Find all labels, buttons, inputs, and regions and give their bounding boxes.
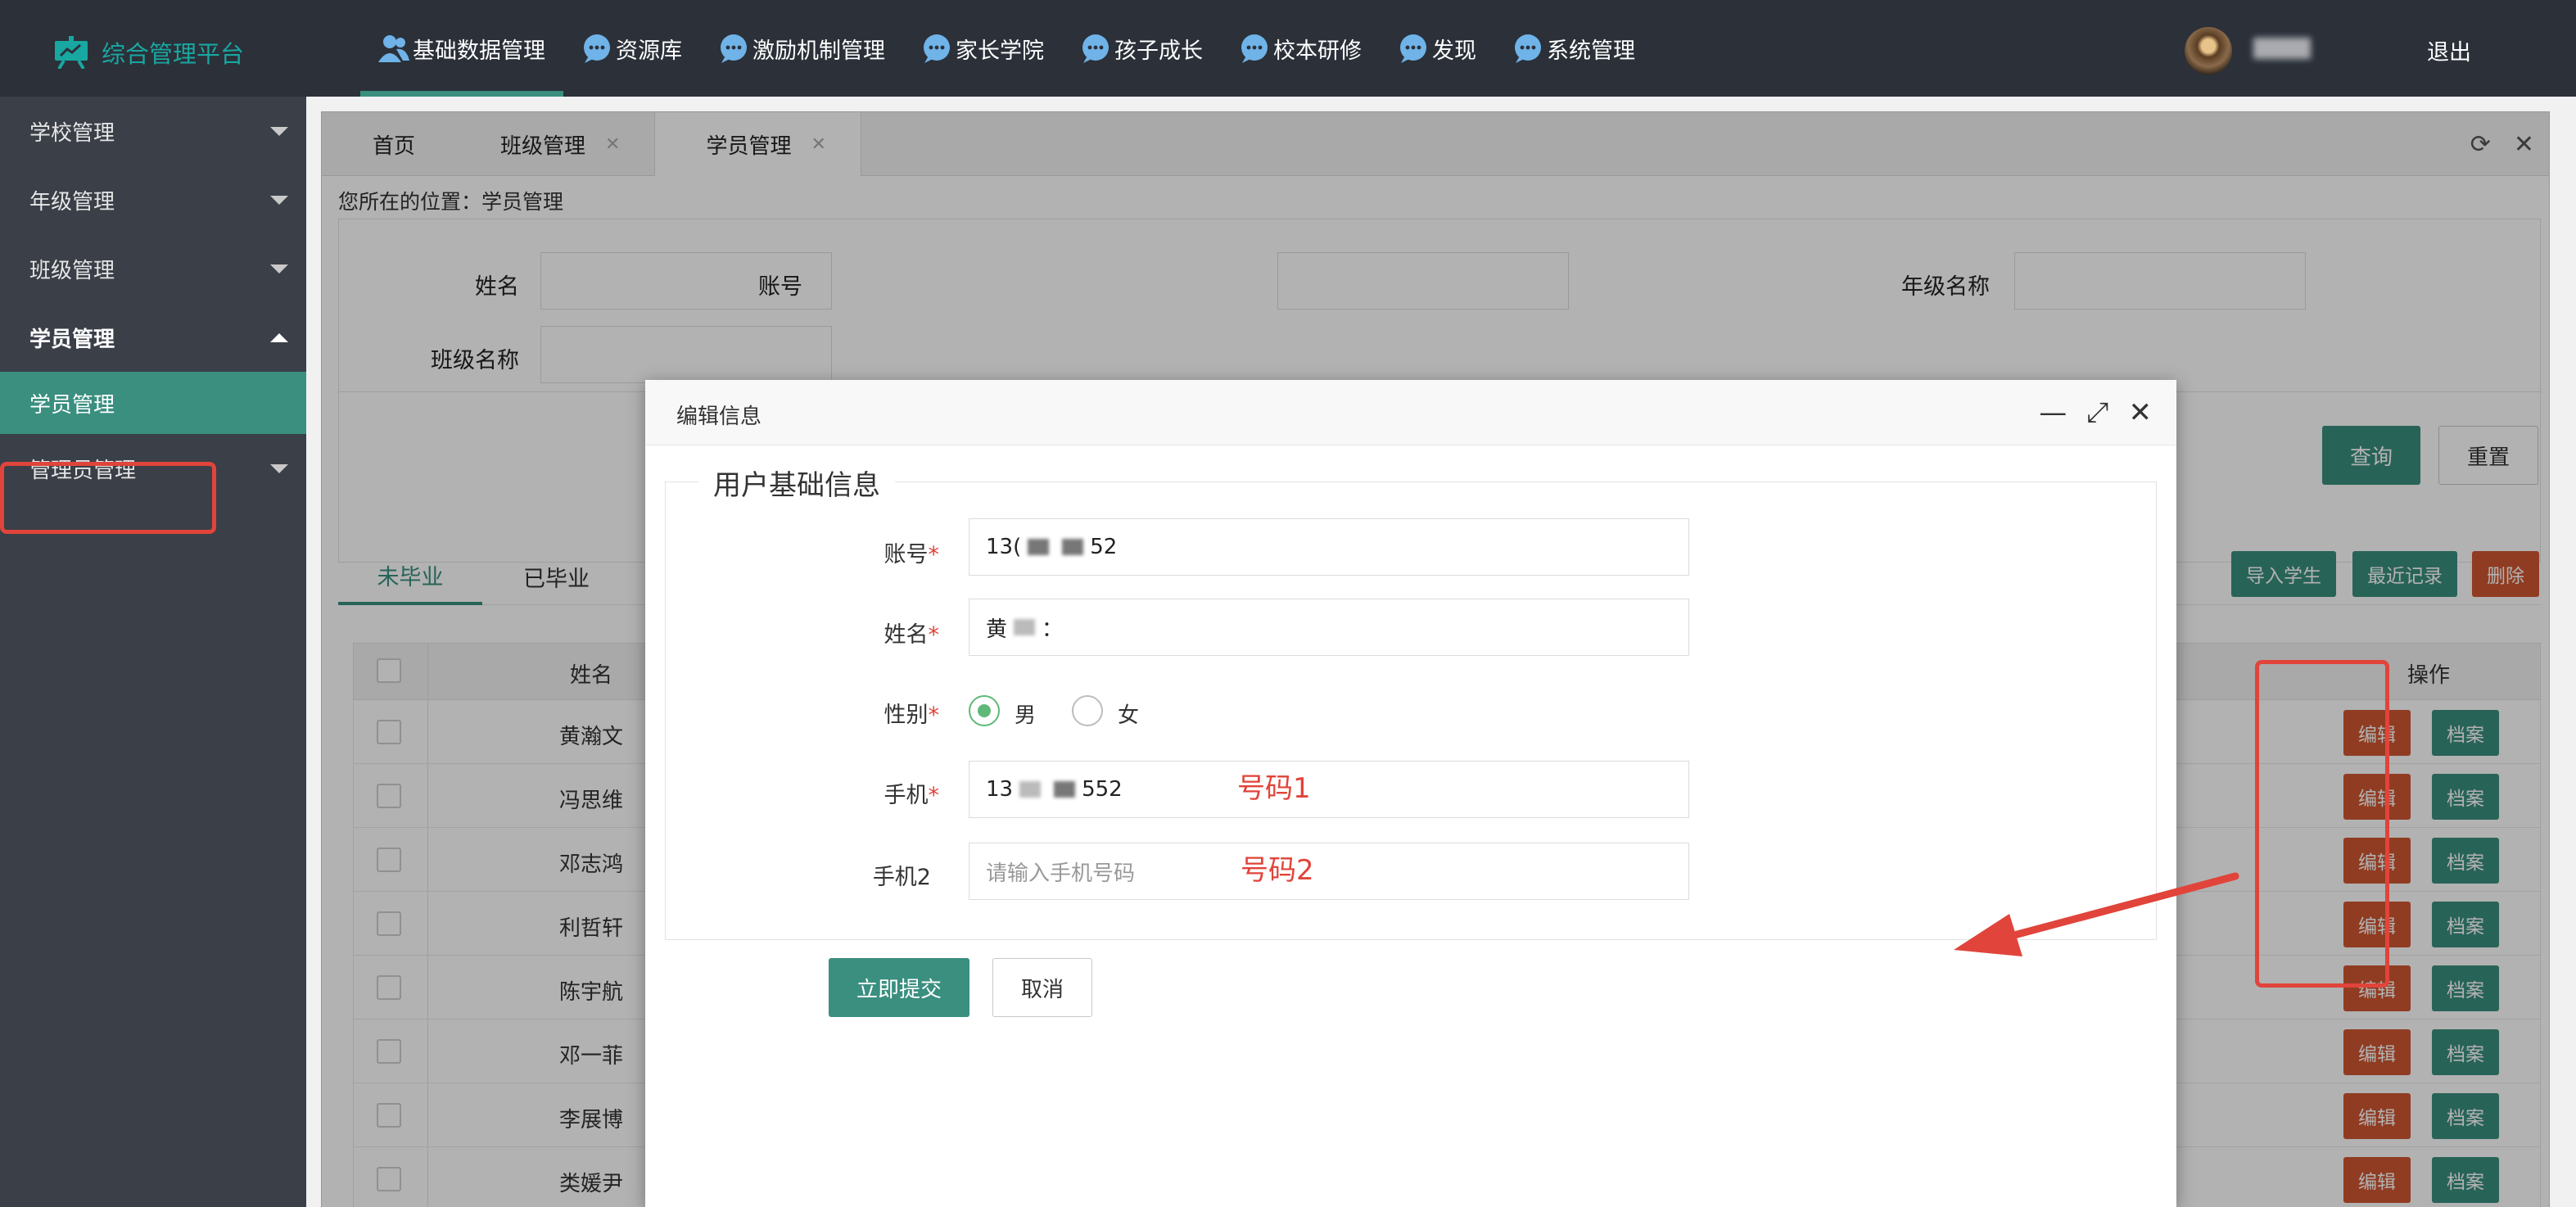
nav-label: 基础数据管理: [413, 38, 545, 64]
sidebar-item-label: 学员管理: [29, 327, 115, 352]
sidebar-item-label: 学员管理: [29, 392, 115, 418]
sidebar-item-school[interactable]: 学校管理: [0, 97, 306, 165]
phone-field[interactable]: 13 552: [969, 761, 1689, 818]
avatar[interactable]: [2185, 27, 2232, 75]
label-text: 性别: [884, 703, 929, 728]
user-name-redacted[interactable]: [2253, 38, 2311, 59]
dialog-tools: — ⤢ ✕: [2039, 396, 2152, 429]
phone-value-start: 13: [986, 777, 1014, 802]
redacted-text: [1028, 539, 1050, 555]
name-field[interactable]: 黄：: [969, 599, 1689, 656]
nav-child-growth[interactable]: 孩子成长: [1062, 0, 1221, 97]
label-text: 姓名: [884, 622, 929, 648]
phone2-placeholder: 请输入手机号码: [986, 861, 1136, 886]
top-navbar: 综合管理平台 基础数据管理 资源库 激励机制管理 家长学院 孩子成长 校本研修 …: [0, 0, 2576, 97]
cancel-button[interactable]: 取消: [992, 958, 1092, 1017]
nav-school-research[interactable]: 校本研修: [1221, 0, 1380, 97]
account-field[interactable]: 13( 52: [969, 518, 1689, 576]
name-value-end: ：: [1042, 617, 1064, 642]
annotation-phone2: 号码2: [1241, 854, 1314, 887]
nav-label: 发现: [1432, 38, 1476, 64]
logout-link[interactable]: 退出: [2427, 34, 2471, 66]
dialog-header: 编辑信息 — ⤢ ✕: [645, 380, 2176, 445]
highlight-box: [0, 462, 216, 534]
caret-down-icon: [270, 196, 288, 205]
sidebar: 学校管理 年级管理 班级管理 学员管理 学员管理 管理员管理: [0, 97, 306, 1207]
highlight-box: [2255, 660, 2389, 988]
presentation-board-icon: [55, 36, 88, 69]
users-icon: [378, 35, 409, 62]
main-nav: 基础数据管理 资源库 激励机制管理 家长学院 孩子成长 校本研修 发现 系统管理: [360, 0, 1653, 97]
required-mark: *: [928, 542, 940, 567]
brand[interactable]: 综合管理平台: [52, 29, 244, 75]
account-value-start: 13(: [986, 535, 1022, 559]
caret-down-icon: [270, 127, 288, 136]
nav-label: 孩子成长: [1114, 38, 1203, 64]
nav-incentive[interactable]: 激励机制管理: [700, 0, 903, 97]
annotation-phone1: 号码1: [1237, 772, 1311, 805]
sidebar-item-students[interactable]: 学员管理: [0, 303, 306, 372]
sidebar-item-label: 班级管理: [29, 258, 115, 283]
nav-label: 激励机制管理: [752, 38, 885, 64]
nav-resources[interactable]: 资源库: [563, 0, 700, 97]
label-text: 手机: [884, 783, 929, 808]
close-icon[interactable]: ✕: [2129, 396, 2153, 429]
nav-label: 资源库: [616, 38, 682, 64]
nav-label: 校本研修: [1273, 38, 1362, 64]
nav-system-admin[interactable]: 系统管理: [1494, 0, 1653, 97]
sidebar-item-class[interactable]: 班级管理: [0, 234, 306, 303]
name-field-label: 姓名*: [775, 617, 940, 649]
caret-down-icon: [270, 264, 288, 273]
chat-bubble-icon: [721, 34, 747, 63]
chat-bubble-icon: [1515, 34, 1541, 63]
sidebar-subitem-students[interactable]: 学员管理: [0, 372, 306, 434]
submit-button[interactable]: 立即提交: [829, 958, 969, 1017]
minimize-icon[interactable]: —: [2039, 396, 2067, 429]
edit-dialog: 编辑信息 — ⤢ ✕ 用户基础信息 账号* 13(52 姓名* 黄： 性别* 男…: [645, 380, 2176, 1207]
fieldset-legend: 用户基础信息: [698, 463, 895, 503]
name-value-start: 黄: [986, 617, 1008, 642]
nav-discover[interactable]: 发现: [1380, 0, 1494, 97]
nav-label: 系统管理: [1547, 38, 1635, 64]
chat-bubble-icon: [924, 34, 950, 63]
redacted-text: [1062, 539, 1084, 555]
sidebar-item-label: 年级管理: [29, 189, 115, 215]
annotation-arrow: [1954, 872, 2239, 956]
chat-bubble-icon: [1400, 34, 1426, 63]
redacted-text: [1054, 781, 1076, 798]
chat-bubble-icon: [584, 34, 610, 63]
chat-bubble-icon: [1241, 34, 1268, 63]
phone2-field-label: 手机2: [872, 865, 931, 890]
maximize-icon[interactable]: ⤢: [2086, 396, 2108, 429]
caret-up-icon: [270, 333, 288, 342]
required-mark: *: [928, 703, 940, 728]
chat-bubble-icon: [1082, 34, 1109, 63]
app-title: 综合管理平台: [102, 40, 245, 68]
gender-female-radio[interactable]: [1072, 695, 1103, 726]
phone-field-label: 手机*: [775, 777, 940, 809]
dialog-title: 编辑信息: [676, 405, 762, 429]
gender-field-label: 性别*: [775, 697, 940, 729]
account-field-label: 账号*: [775, 536, 940, 568]
basic-info-fieldset: 用户基础信息 账号* 13(52 姓名* 黄： 性别* 男 女 手机* 13 55…: [665, 463, 2157, 940]
phone2-field[interactable]: 请输入手机号码: [969, 843, 1689, 900]
gender-male-label[interactable]: 男: [1015, 698, 1036, 729]
sidebar-item-label: 学校管理: [29, 120, 115, 146]
redacted-text: [1014, 619, 1036, 635]
nav-parent-academy[interactable]: 家长学院: [903, 0, 1062, 97]
required-mark: *: [928, 622, 940, 648]
nav-label: 家长学院: [956, 38, 1044, 64]
sidebar-item-grade[interactable]: 年级管理: [0, 165, 306, 234]
gender-male-radio[interactable]: [969, 695, 1000, 726]
redacted-text: [1019, 781, 1042, 798]
phone-value-end: 552: [1082, 777, 1123, 802]
nav-basic-data[interactable]: 基础数据管理: [360, 0, 563, 97]
label-text: 账号: [884, 542, 929, 567]
required-mark: *: [928, 783, 940, 808]
gender-female-label[interactable]: 女: [1118, 698, 1139, 729]
account-value-end: 52: [1090, 535, 1118, 559]
caret-down-icon: [270, 464, 288, 473]
